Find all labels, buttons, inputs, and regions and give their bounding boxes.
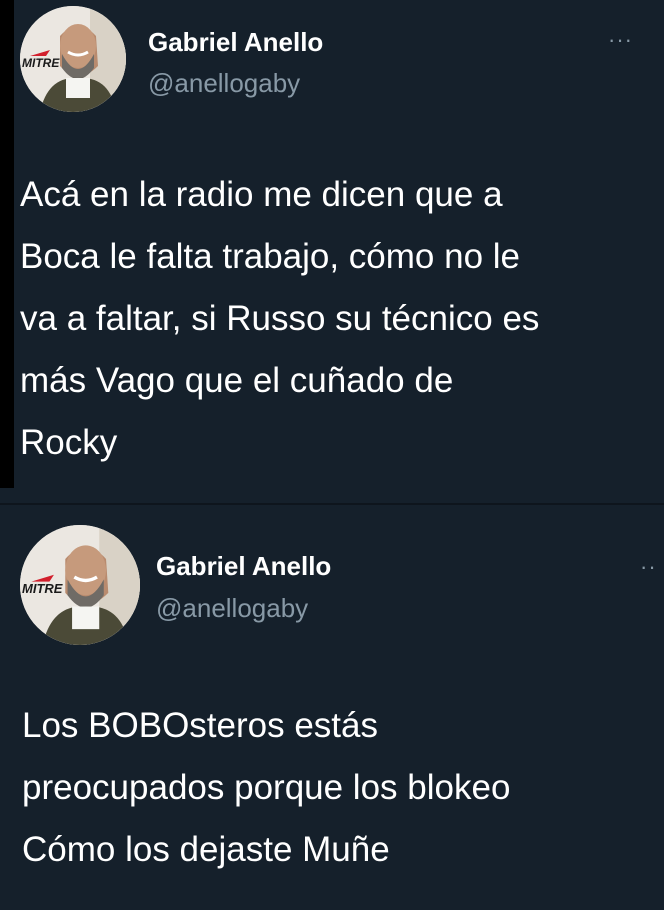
tweet-text-line: Los BOBOsteros estás <box>22 706 378 745</box>
author-handle[interactable]: @anellogaby <box>148 68 300 99</box>
tweet-card[interactable]: MITRE Gabriel Anello @anellogaby ·· Los … <box>0 505 664 910</box>
author-name[interactable]: Gabriel Anello <box>148 27 323 58</box>
tweet-text: Acá en la radio me dicen que a Boca le f… <box>20 164 539 474</box>
left-edge-strip <box>0 0 14 488</box>
author-handle[interactable]: @anellogaby <box>156 593 308 624</box>
tweet-text-line: Boca le falta trabajo, cómo no le <box>20 237 521 276</box>
tweet-text: Los BOBOsteros estás preocupados porque … <box>22 695 510 881</box>
tweet-text-line: Acá en la radio me dicen que a <box>20 175 503 214</box>
tweet-text-line: Rocky <box>20 423 118 462</box>
tweet-text-line: más Vago que el cuñado de <box>20 361 454 400</box>
more-horizontal-icon[interactable]: ·· <box>640 556 657 578</box>
tweet-text-line: Cómo los dejaste Muñe <box>22 830 390 869</box>
avatar-logo-text: MITRE <box>22 56 60 70</box>
avatar[interactable]: MITRE <box>20 525 140 645</box>
tweet-text-line: va a faltar, si Russo su técnico es <box>20 299 540 338</box>
more-horizontal-icon[interactable]: ··· <box>608 29 633 51</box>
tweet-text-line: preocupados porque los blokeo <box>22 768 511 807</box>
avatar[interactable]: MITRE <box>20 6 126 112</box>
tweet-card[interactable]: MITRE Gabriel Anello @anellogaby ··· Acá… <box>14 0 641 488</box>
author-name[interactable]: Gabriel Anello <box>156 551 331 582</box>
avatar-logo-text: MITRE <box>22 581 63 596</box>
